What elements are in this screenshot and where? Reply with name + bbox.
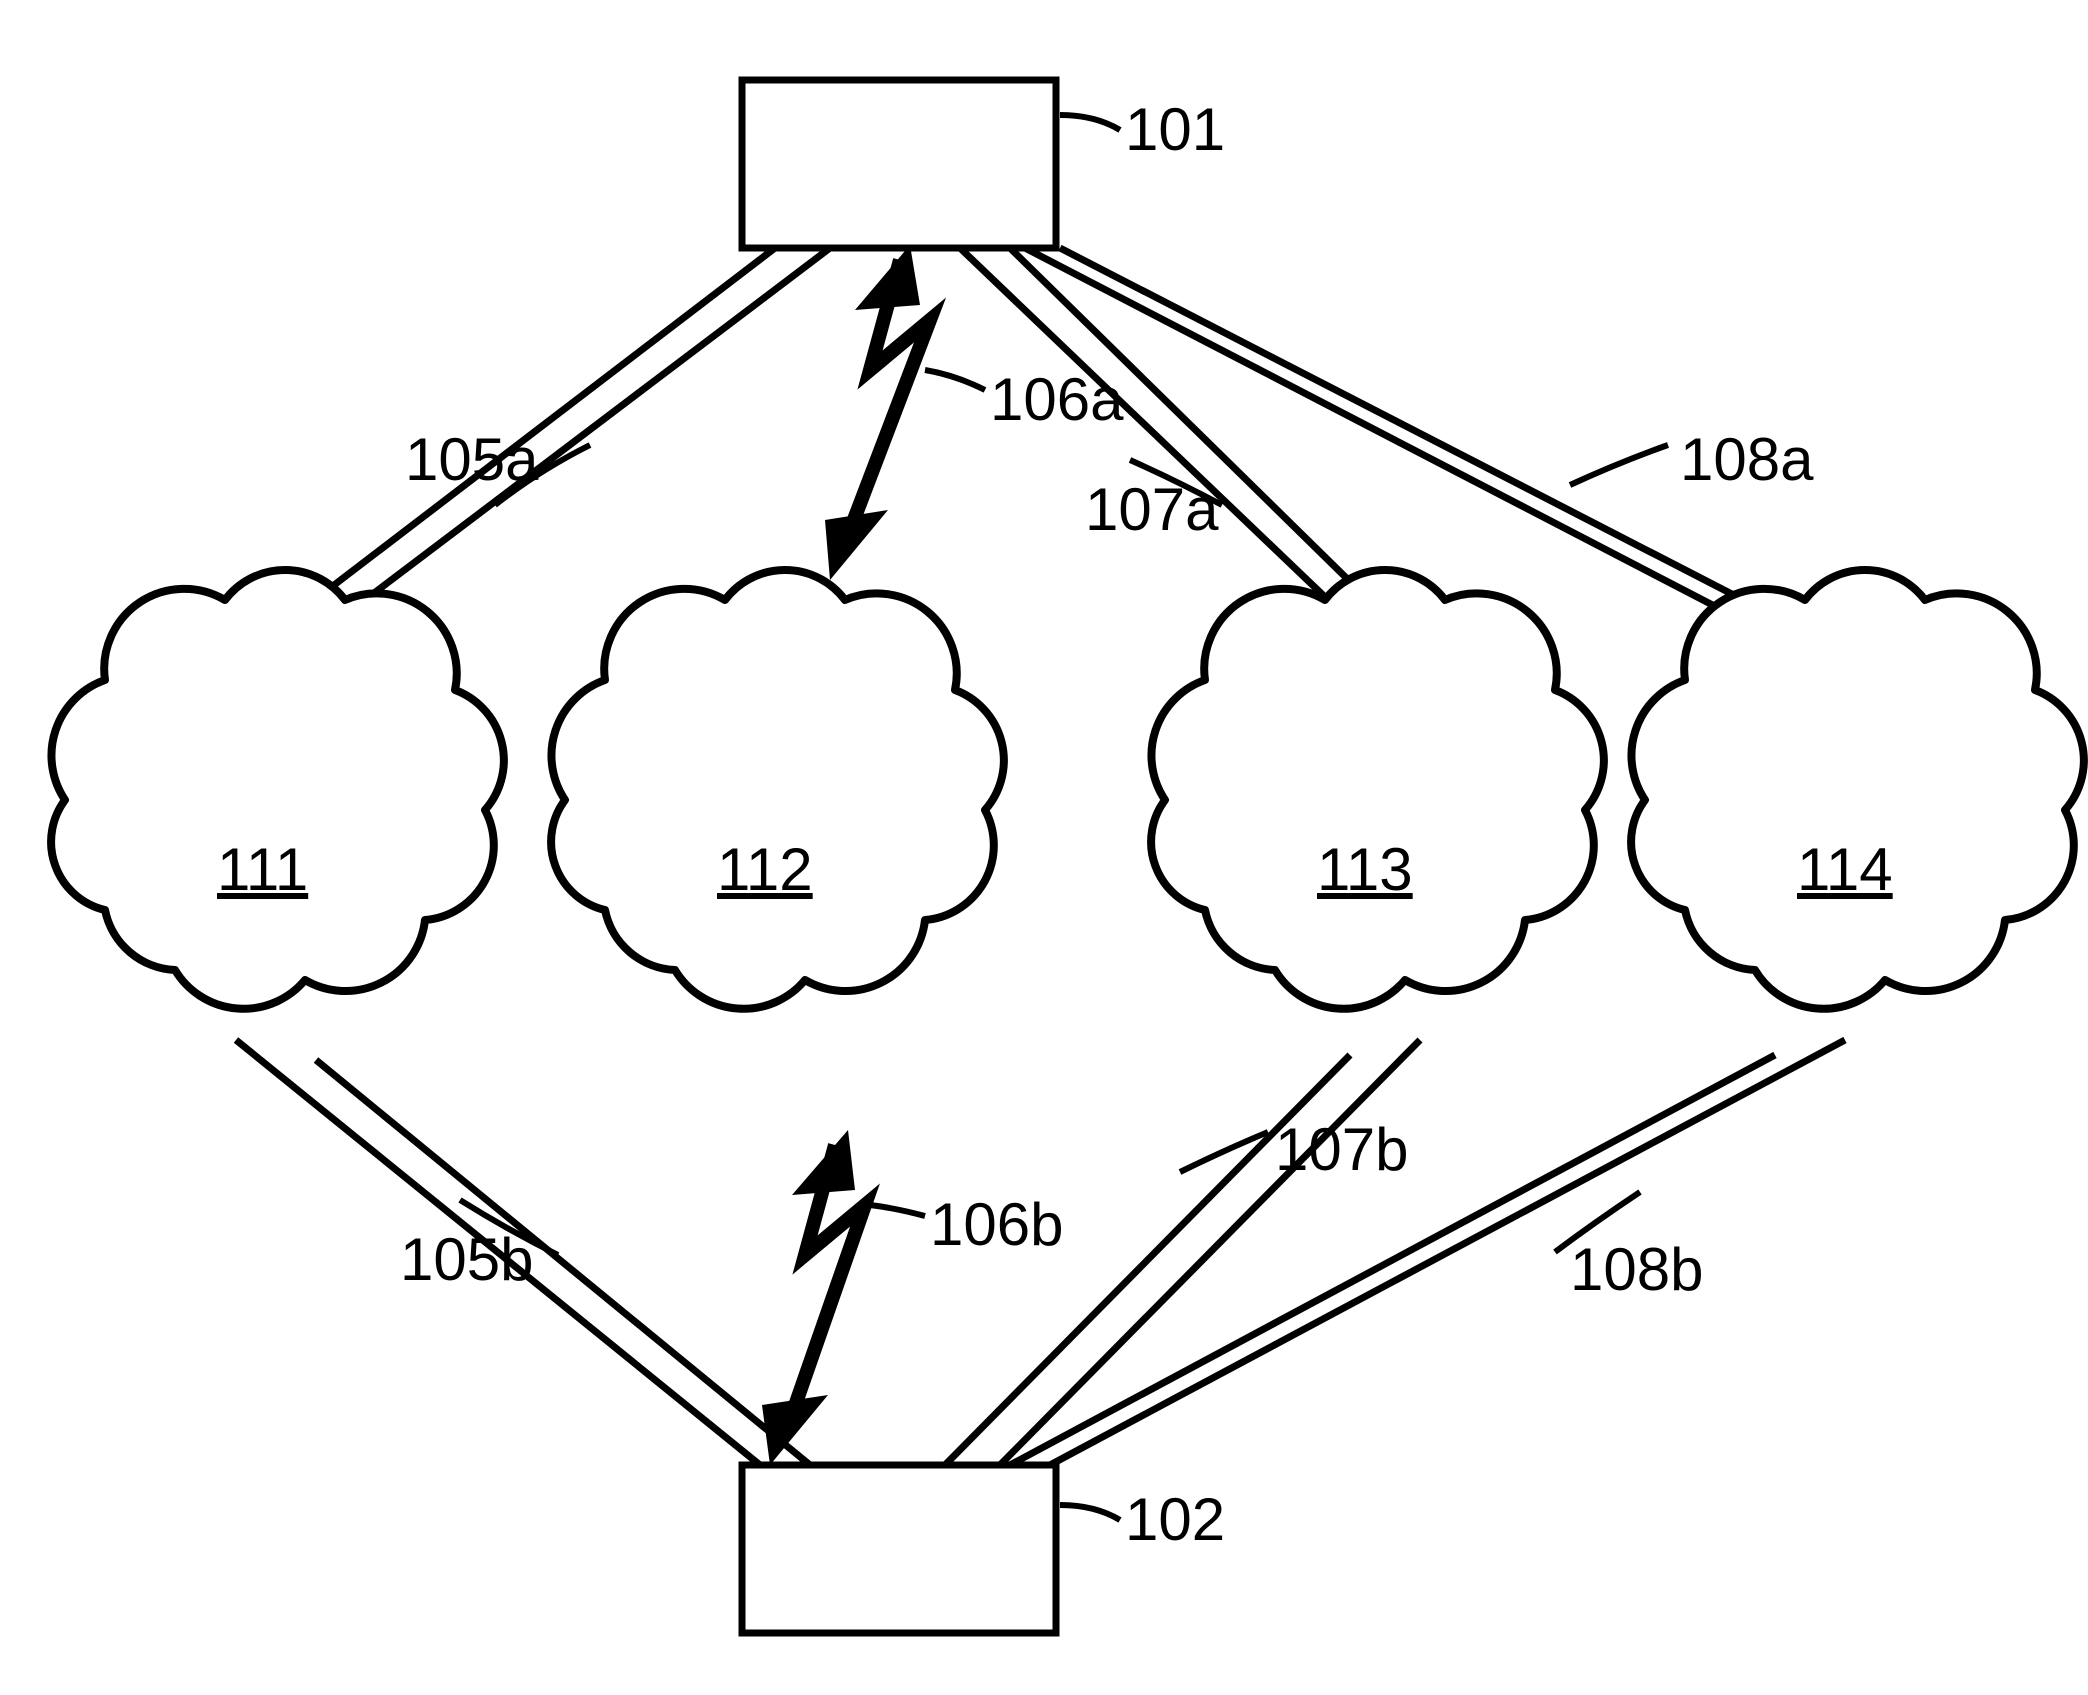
cloud-111-label: 111 [217,836,308,903]
label-105b: 105b [400,1226,533,1293]
label-102: 102 [1125,1486,1225,1553]
cloud-113 [1151,570,1604,1009]
network-diagram: 111 112 113 114 101 102 105a 106a 107a 1… [0,0,2088,1695]
label-107b: 107b [1275,1116,1408,1183]
link-106a [825,245,930,580]
cloud-114-label: 114 [1797,836,1893,903]
cloud-112-label: 112 [717,836,813,903]
leader-106b [870,1205,925,1216]
leader-108a [1570,445,1668,485]
label-101: 101 [1125,96,1225,163]
leader-102 [1060,1505,1120,1520]
leader-101 [1060,115,1120,130]
endpoint-top [742,80,1056,248]
link-108b [1010,1040,1845,1465]
leader-106a [925,370,985,390]
label-106a: 106a [990,366,1124,433]
link-106b [762,1130,865,1465]
label-108a: 108a [1680,426,1814,493]
cloud-112 [551,570,1004,1009]
cloud-111 [51,570,504,1009]
cloud-113-label: 113 [1317,836,1413,903]
label-105a: 105a [405,426,539,493]
cloud-114 [1631,570,2084,1009]
label-107a: 107a [1085,476,1219,543]
endpoint-bottom [742,1465,1056,1633]
label-106b: 106b [930,1191,1063,1258]
label-108b: 108b [1570,1236,1703,1303]
